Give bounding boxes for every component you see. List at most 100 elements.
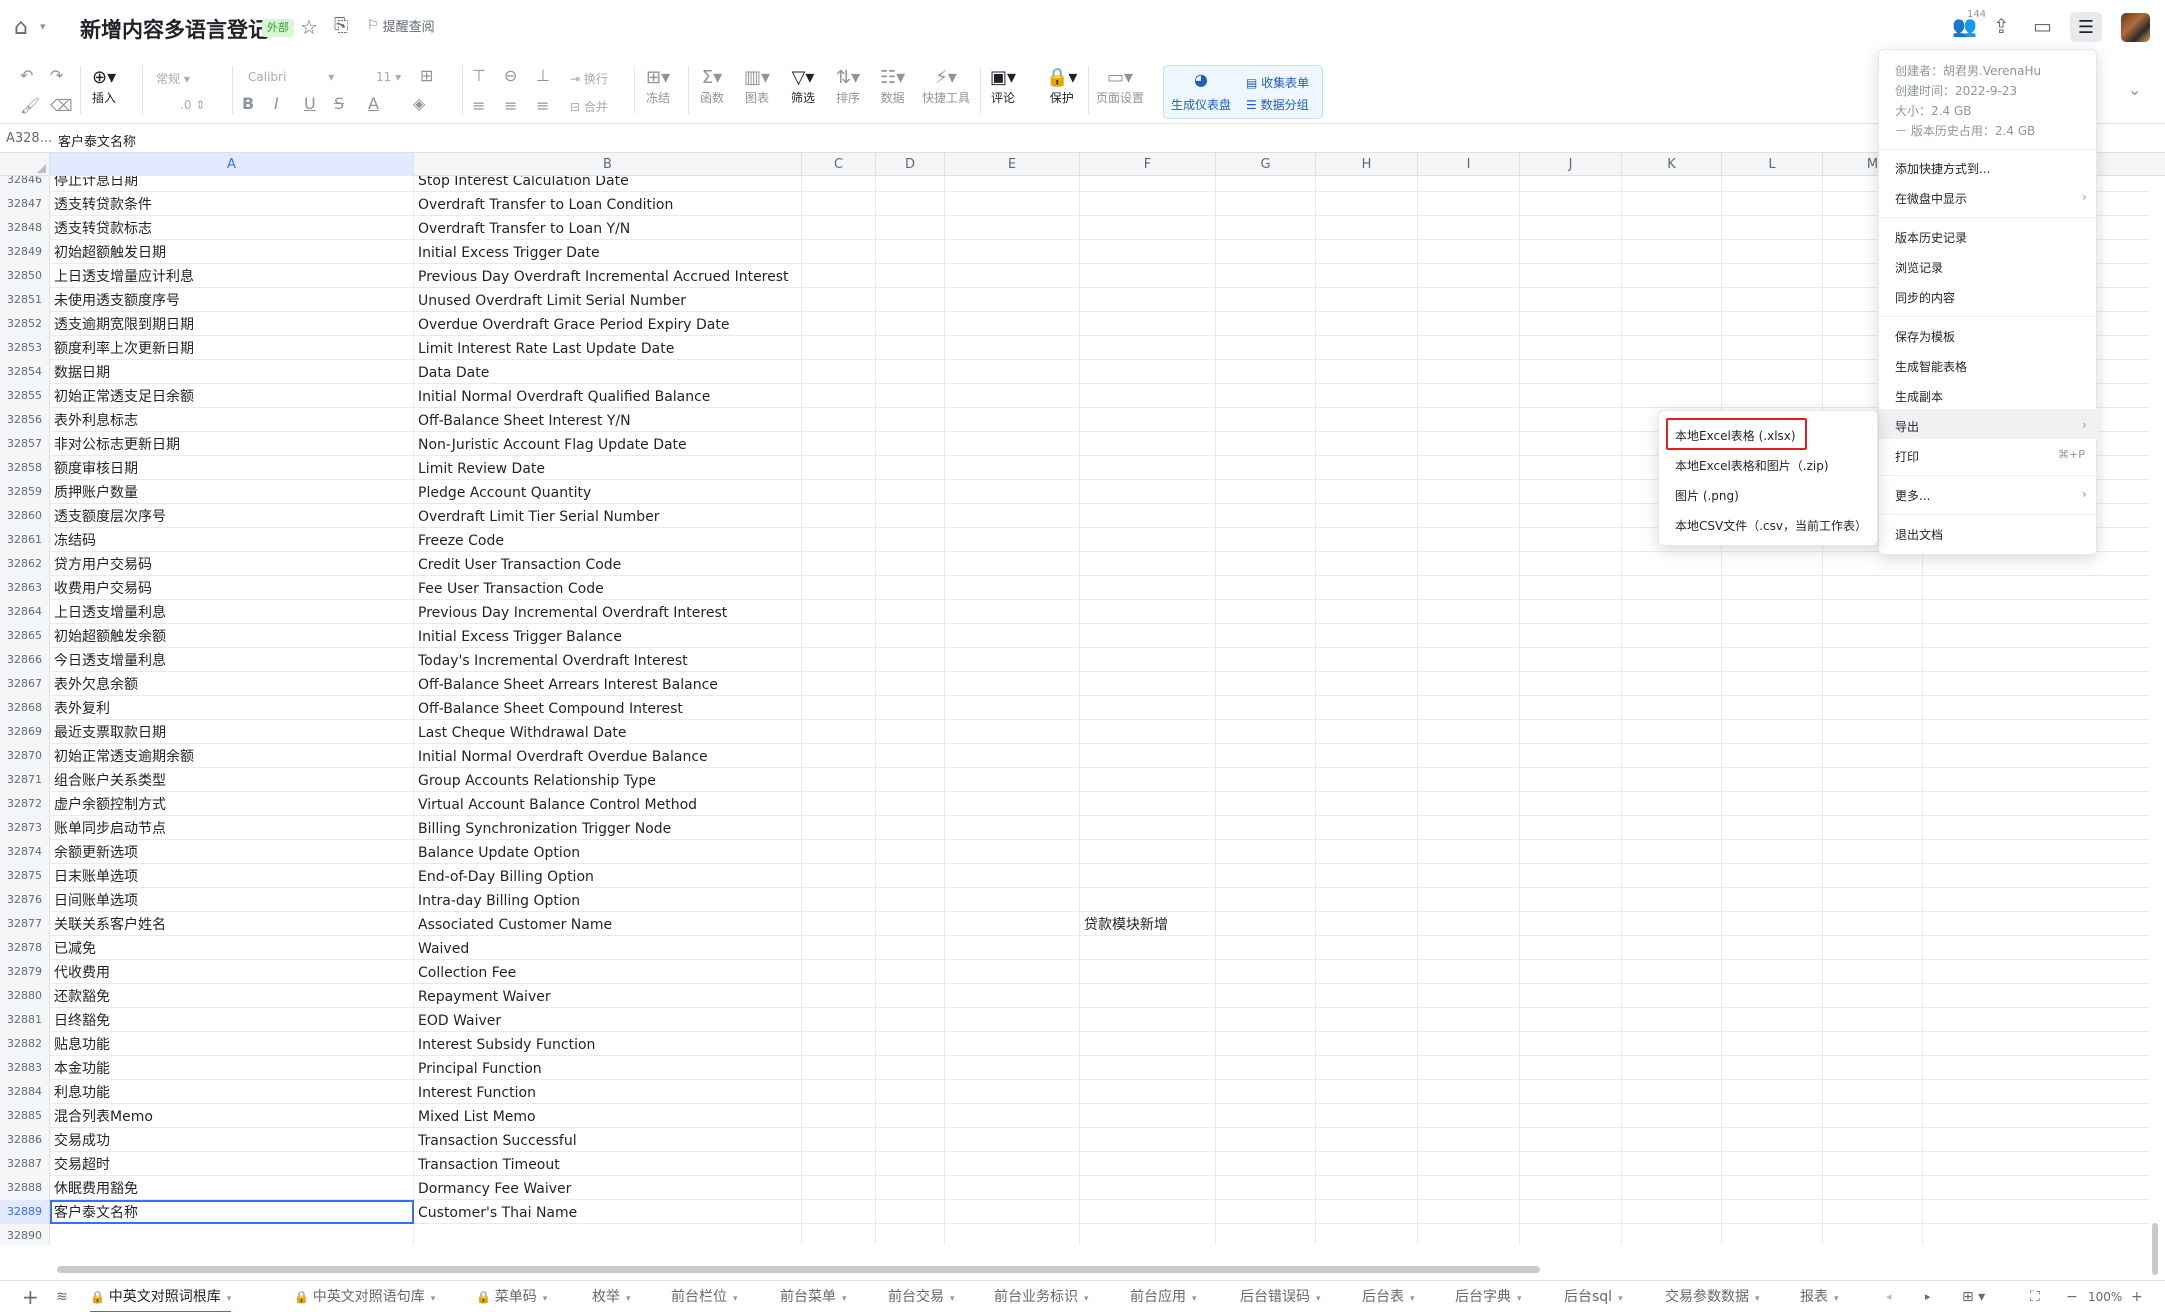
cell[interactable] [945,1056,1080,1080]
cell-f[interactable] [1080,504,1216,528]
cell[interactable] [1520,1176,1622,1200]
cell[interactable] [1722,768,1823,792]
cell[interactable] [876,792,945,816]
cell[interactable] [1418,960,1520,984]
cell-f[interactable] [1080,192,1216,216]
chat-icon[interactable]: ▭ [2033,14,2052,38]
cell[interactable] [876,624,945,648]
cell[interactable] [1722,336,1823,360]
cell-b[interactable]: Credit User Transaction Code [414,552,802,576]
merge-button[interactable]: ⊟ 合并 [570,98,608,115]
row-number[interactable]: 32848 [0,216,50,240]
chevron-down-icon[interactable]: ▾ [543,1294,548,1304]
cell[interactable] [876,176,945,192]
cell[interactable] [1216,240,1316,264]
cell[interactable] [1622,1008,1722,1032]
row-number[interactable]: 32875 [0,864,50,888]
cell-f[interactable] [1080,888,1216,912]
cell[interactable] [1520,960,1622,984]
cell-a[interactable]: 日间账单选项 [50,888,414,912]
cell[interactable] [1316,888,1418,912]
fullscreen-icon[interactable]: ⛶ [2030,1281,2040,1312]
cell-b[interactable]: Waived [414,936,802,960]
cell[interactable] [1216,1176,1316,1200]
cell[interactable] [1216,840,1316,864]
cell-f[interactable] [1080,408,1216,432]
cell[interactable] [1216,648,1316,672]
sheet-tab[interactable]: 前台业务标识 ▾ [994,1281,1089,1312]
cell[interactable] [1722,936,1823,960]
cell[interactable] [876,216,945,240]
collapse-toolbar-icon[interactable]: ⌄ [2128,80,2141,99]
cell[interactable] [1722,840,1823,864]
cell-f[interactable] [1080,288,1216,312]
cell[interactable] [1622,912,1722,936]
cell-a[interactable]: 透支转贷款条件 [50,192,414,216]
cell[interactable] [1216,768,1316,792]
sheet-tab[interactable]: 后台sql ▾ [1564,1281,1623,1312]
cell[interactable] [945,672,1080,696]
cell[interactable] [1316,792,1418,816]
cell-a[interactable]: 今日透支增量利息 [50,648,414,672]
cell[interactable] [802,408,876,432]
cell[interactable] [1418,672,1520,696]
cell[interactable] [1823,696,1923,720]
cell[interactable] [1216,408,1316,432]
export-item[interactable]: 导出 › [1895,418,2087,435]
cell-b[interactable] [414,1224,802,1245]
cell[interactable] [1418,768,1520,792]
cell[interactable] [1722,176,1823,192]
chevron-down-icon[interactable]: ▾ [1084,1294,1089,1304]
sheet-tab[interactable]: 交易参数数据 ▾ [1665,1281,1760,1312]
cell-a[interactable]: 余额更新选项 [50,840,414,864]
cell[interactable] [945,576,1080,600]
cell-a[interactable]: 冻结码 [50,528,414,552]
cell[interactable] [1520,1104,1622,1128]
cell[interactable] [802,176,876,192]
cell[interactable] [1316,1176,1418,1200]
cell[interactable] [1216,384,1316,408]
row-number[interactable]: 32846 [0,176,50,192]
cell[interactable] [1622,936,1722,960]
chevron-down-icon[interactable]: ▾ [1316,1294,1321,1304]
cell[interactable] [1216,1056,1316,1080]
cell[interactable] [1418,624,1520,648]
sheet-tab[interactable]: 后台字典 ▾ [1455,1281,1522,1312]
cell[interactable] [1316,600,1418,624]
sheet-tab[interactable]: 前台菜单 ▾ [780,1281,847,1312]
cell[interactable] [1418,1224,1520,1245]
column-header-d[interactable]: D [876,153,945,176]
more-menu-button[interactable]: ☰ [2070,12,2102,42]
cell[interactable] [1316,384,1418,408]
cell[interactable] [1418,888,1520,912]
cell[interactable] [1722,960,1823,984]
cell-a[interactable]: 日终豁免 [50,1008,414,1032]
cell[interactable] [1622,1128,1722,1152]
cell[interactable] [802,936,876,960]
cell-f[interactable] [1080,456,1216,480]
cell[interactable] [1418,480,1520,504]
cell-reference[interactable]: A328... [6,131,52,146]
cell[interactable] [945,176,1080,192]
cell-b[interactable]: Initial Normal Overdraft Qualified Balan… [414,384,802,408]
align-top-icon[interactable]: ⊤ [472,66,486,85]
cell[interactable] [1216,1032,1316,1056]
cell[interactable] [1216,624,1316,648]
cell[interactable] [1316,264,1418,288]
row-number[interactable]: 32879 [0,960,50,984]
cell[interactable] [1622,1032,1722,1056]
cell[interactable] [945,456,1080,480]
fill-color-icon[interactable]: ◈ [413,94,425,113]
cell-f[interactable] [1080,864,1216,888]
cell[interactable] [1316,960,1418,984]
cell-b[interactable]: Intra-day Billing Option [414,888,802,912]
cell[interactable] [1316,648,1418,672]
cell[interactable] [802,1008,876,1032]
row-number[interactable]: 32853 [0,336,50,360]
cell[interactable] [1216,1128,1316,1152]
cell[interactable] [802,816,876,840]
cell[interactable] [1823,984,1923,1008]
cell[interactable] [1216,432,1316,456]
cell[interactable] [1216,1008,1316,1032]
cell[interactable] [945,1176,1080,1200]
